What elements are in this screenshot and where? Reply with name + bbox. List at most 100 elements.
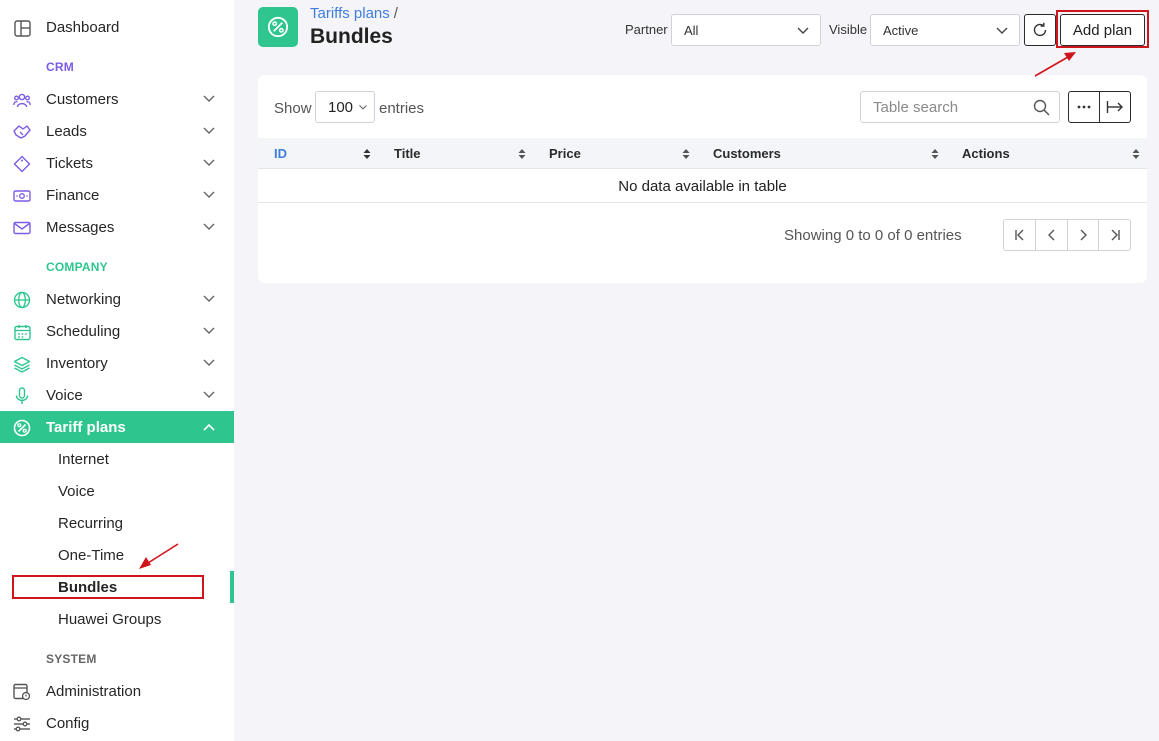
sidebar-item-label: Customers bbox=[46, 90, 119, 108]
visible-select-value: Active bbox=[883, 22, 919, 38]
column-header-customers[interactable]: Customers bbox=[713, 138, 913, 169]
highlight-box-bundles bbox=[12, 575, 204, 599]
search-input[interactable] bbox=[873, 98, 1023, 116]
visible-select[interactable]: Active bbox=[870, 14, 1020, 46]
chevron-up-icon bbox=[203, 423, 215, 431]
export-icon bbox=[1107, 101, 1124, 113]
sidebar-item-inventory[interactable]: Inventory bbox=[0, 347, 234, 379]
networking-icon bbox=[13, 291, 31, 309]
first-page-button[interactable] bbox=[1004, 220, 1035, 250]
highlight-box-add-plan bbox=[1056, 10, 1149, 48]
column-label: Price bbox=[549, 146, 581, 161]
more-options-button[interactable] bbox=[1069, 92, 1099, 122]
column-header-actions[interactable]: Actions bbox=[962, 138, 1122, 169]
sidebar-subitem-label: Recurring bbox=[58, 514, 124, 532]
sidebar-item-label: Messages bbox=[46, 218, 115, 236]
sidebar-subitem-recurring[interactable]: Recurring bbox=[0, 507, 234, 539]
sidebar-item-label: Config bbox=[46, 714, 90, 732]
page-icon bbox=[258, 7, 298, 47]
sidebar-item-networking[interactable]: Networking bbox=[0, 283, 234, 315]
previous-page-button[interactable] bbox=[1035, 220, 1067, 250]
sidebar-item-dashboard[interactable]: Dashboard bbox=[0, 11, 234, 43]
chevron-down-icon bbox=[203, 359, 215, 366]
sidebar-item-customers[interactable]: Customers bbox=[0, 83, 234, 115]
sidebar-subitem-one-time[interactable]: One-Time bbox=[0, 539, 234, 571]
breadcrumb: Tariffs plans / bbox=[310, 5, 398, 22]
voice-icon bbox=[13, 387, 31, 405]
messages-icon bbox=[13, 219, 31, 237]
sidebar-item-voice[interactable]: Voice bbox=[0, 379, 234, 411]
sidebar-item-label: Networking bbox=[46, 290, 122, 308]
sidebar-item-label: Tickets bbox=[46, 154, 93, 172]
export-button[interactable] bbox=[1099, 92, 1130, 122]
sort-icon bbox=[363, 149, 371, 159]
chevron-down-icon bbox=[797, 27, 809, 34]
sort-icon bbox=[1132, 149, 1140, 159]
sidebar-item-leads[interactable]: Leads bbox=[0, 115, 234, 147]
chevron-down-icon bbox=[996, 27, 1008, 34]
empty-table-message: No data available in table bbox=[258, 170, 1147, 203]
chevron-down-icon bbox=[203, 327, 215, 334]
sidebar-item-tariff-plans[interactable]: Tariff plans bbox=[0, 411, 234, 443]
tickets-icon bbox=[13, 155, 31, 173]
sidebar: Dashboard CRM Customers Leads Tickets Fi… bbox=[0, 0, 234, 741]
breadcrumb-link[interactable]: Tariffs plans bbox=[310, 5, 390, 22]
page-length-select[interactable]: 100 bbox=[315, 91, 375, 123]
sidebar-subitem-huawei-groups[interactable]: Huawei Groups bbox=[0, 603, 234, 635]
sidebar-item-label: Leads bbox=[46, 122, 87, 140]
sidebar-item-label: Voice bbox=[46, 386, 83, 404]
crm-section-title: CRM bbox=[46, 60, 74, 74]
sidebar-subitem-label: One-Time bbox=[58, 546, 125, 564]
column-label: Customers bbox=[713, 146, 781, 161]
sidebar-item-label: Finance bbox=[46, 186, 100, 204]
column-header-id[interactable]: ID bbox=[274, 138, 374, 169]
table-tools bbox=[1068, 91, 1131, 123]
column-header-price[interactable]: Price bbox=[549, 138, 689, 169]
first-page-icon bbox=[1015, 229, 1024, 241]
tariff-icon bbox=[13, 419, 31, 437]
partner-select[interactable]: All bbox=[671, 14, 821, 46]
breadcrumb-separator: / bbox=[393, 5, 398, 22]
sidebar-subitem-label: Huawei Groups bbox=[58, 610, 162, 628]
sidebar-subitem-label: Voice bbox=[58, 482, 95, 500]
refresh-button[interactable] bbox=[1024, 14, 1056, 46]
chevron-down-icon bbox=[203, 127, 215, 134]
page-length-value: 100 bbox=[328, 98, 354, 116]
active-indicator bbox=[230, 571, 234, 603]
table-header: ID Title Price Customers Actions bbox=[258, 138, 1147, 169]
sidebar-item-config[interactable]: Config bbox=[0, 707, 234, 739]
sidebar-item-label: Inventory bbox=[46, 354, 108, 372]
dashboard-icon bbox=[13, 19, 31, 37]
arrow-head-add-plan bbox=[1064, 52, 1076, 61]
administration-icon bbox=[13, 683, 31, 701]
partner-select-value: All bbox=[684, 22, 699, 38]
sort-icon bbox=[518, 149, 526, 159]
chevron-down-icon bbox=[203, 191, 215, 198]
more-dots-icon bbox=[1077, 105, 1091, 109]
column-header-title[interactable]: Title bbox=[394, 138, 524, 169]
tariff-icon bbox=[267, 16, 289, 38]
last-page-button[interactable] bbox=[1098, 220, 1130, 250]
sidebar-item-label: Tariff plans bbox=[46, 418, 126, 436]
company-section-title: COMPANY bbox=[46, 260, 108, 274]
config-icon bbox=[13, 715, 31, 733]
sidebar-item-scheduling[interactable]: Scheduling bbox=[0, 315, 234, 347]
system-section-title: SYSTEM bbox=[46, 652, 97, 666]
sidebar-subitem-internet[interactable]: Internet bbox=[0, 443, 234, 475]
chevron-left-icon bbox=[1047, 229, 1055, 241]
refresh-icon bbox=[1033, 22, 1047, 37]
sidebar-item-label: Dashboard bbox=[46, 18, 120, 36]
sidebar-subitem-voice[interactable]: Voice bbox=[0, 475, 234, 507]
table-search[interactable] bbox=[860, 91, 1060, 123]
sidebar-item-messages[interactable]: Messages bbox=[0, 211, 234, 243]
chevron-down-icon bbox=[203, 95, 215, 102]
sidebar-item-finance[interactable]: Finance bbox=[0, 179, 234, 211]
sidebar-item-tickets[interactable]: Tickets bbox=[0, 147, 234, 179]
chevron-down-icon bbox=[359, 105, 367, 110]
sidebar-item-label: Administration bbox=[46, 682, 142, 700]
leads-icon bbox=[13, 123, 31, 141]
sidebar-item-administration[interactable]: Administration bbox=[0, 675, 234, 707]
partner-label: Partner bbox=[625, 22, 668, 37]
sort-icon bbox=[931, 149, 939, 159]
next-page-button[interactable] bbox=[1066, 220, 1099, 250]
